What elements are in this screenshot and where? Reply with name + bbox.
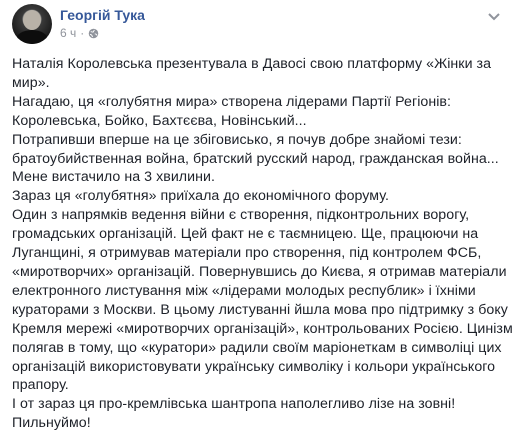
post-meta: Георгій Тука 6 ч · [60, 4, 145, 44]
meta-separator: · [80, 26, 85, 40]
post-text-line: полягав в тому, що «куратори» радили сво… [12, 339, 502, 356]
globe-icon[interactable] [88, 28, 99, 39]
avatar[interactable] [12, 4, 52, 44]
post-text-line: електронного листування між «лідерами мо… [12, 282, 476, 299]
avatar-head [23, 10, 41, 30]
chevron-down-icon[interactable] [487, 12, 501, 22]
post-text-line: Мене вистачило на 3 хвилини. [12, 169, 215, 186]
post-text-line: Нагадаю, ця «голубятня мира» створена лі… [12, 93, 452, 110]
author-name[interactable]: Георгій Тука [60, 6, 145, 24]
post-header: Георгій Тука 6 ч · [12, 4, 145, 44]
avatar-body [16, 30, 48, 44]
post-text: Наталія Королевська презентувала в Давос… [12, 55, 513, 433]
post-text-line: мир». [12, 74, 50, 91]
post-time[interactable]: 6 ч [60, 24, 76, 42]
post-text-line: «миротворчих» організацій. Повернувшись … [12, 263, 507, 280]
facebook-post: Георгій Тука 6 ч · Наталія Королевська п… [0, 0, 513, 447]
post-text-line: Кремля мережі «миротворчих організацій»,… [12, 320, 513, 337]
post-subline: 6 ч · [60, 24, 145, 42]
post-text-line: Зараз ця «голубятня» приїхала до економі… [12, 188, 389, 205]
post-text-line: Потрапивши вперше на це збіговисько, я п… [12, 131, 462, 148]
post-text-line: Королевська, Бойко, Бахтєєва, Новінський… [12, 112, 307, 129]
post-text-line: братоубийственная война, братский русски… [12, 150, 499, 167]
post-text-line: І от зараз ця про-кремлівська шантропа н… [12, 396, 456, 413]
post-text-line: прапору. [12, 377, 69, 394]
post-text-line: організацій використовувати українську с… [12, 358, 496, 375]
post-text-line: Наталія Королевська презентувала в Давос… [12, 56, 492, 72]
post-text-line: кураторами з Москви. В цьому листуванні … [12, 301, 508, 318]
post-text-line: Один з напрямків ведення війни є створен… [12, 207, 470, 224]
post-text-line: громадських організацій. Цей факт не є т… [12, 226, 479, 243]
post-text-line: Пильнуймо! [12, 415, 91, 432]
post-text-line: Луганщині, я отримував матеріали про ств… [12, 245, 482, 262]
